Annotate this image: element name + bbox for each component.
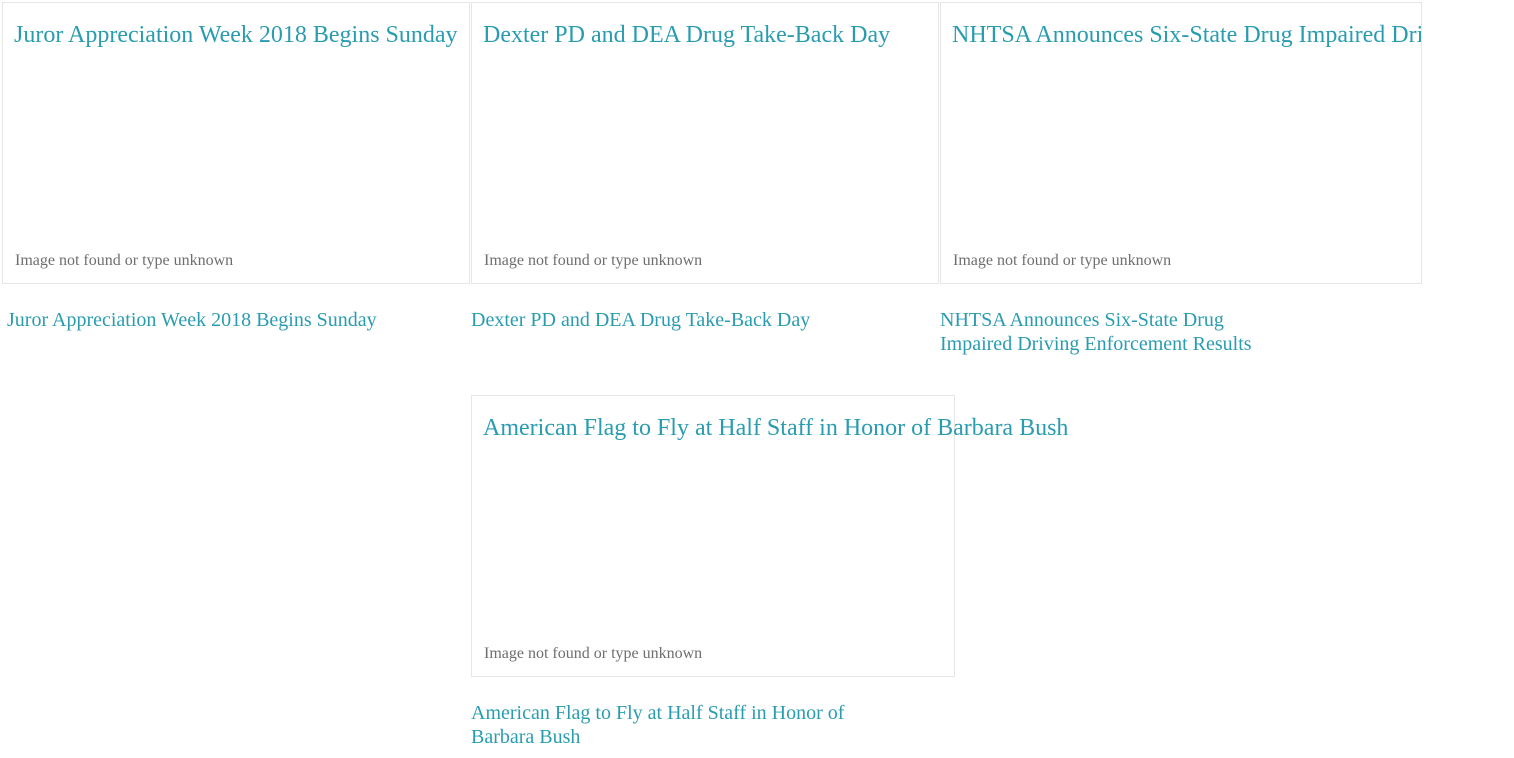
article-card: NHTSA Announces Six-State Drug Impaired … [940, 2, 1422, 356]
article-title-link[interactable]: Juror Appreciation Week 2018 Begins Sund… [7, 308, 387, 332]
article-image-link[interactable]: NHTSA Announces Six-State Drug Impaired … [940, 2, 1422, 284]
article-card: Juror Appreciation Week 2018 Begins Sund… [2, 2, 470, 332]
image-alt-text: Dexter PD and DEA Drug Take-Back Day [483, 22, 891, 48]
article-image-link[interactable]: Juror Appreciation Week 2018 Begins Sund… [2, 2, 470, 284]
broken-image-message: Image not found or type unknown [484, 645, 703, 662]
article-image-link[interactable]: American Flag to Fly at Half Staff in Ho… [471, 395, 1068, 677]
image-alt-text: Juror Appreciation Week 2018 Begins Sund… [14, 22, 458, 48]
article-title-link[interactable]: NHTSA Announces Six-State Drug Impaired … [940, 308, 1290, 356]
news-grid: Juror Appreciation Week 2018 Begins Sund… [0, 0, 1514, 758]
article-title-link[interactable]: American Flag to Fly at Half Staff in Ho… [471, 701, 871, 749]
article-card: Dexter PD and DEA Drug Take-Back Day Ima… [471, 2, 939, 332]
broken-image-message: Image not found or type unknown [484, 252, 703, 269]
broken-image-message: Image not found or type unknown [953, 252, 1172, 269]
image-alt-text: American Flag to Fly at Half Staff in Ho… [483, 415, 1069, 441]
article-card: American Flag to Fly at Half Staff in Ho… [471, 395, 1068, 749]
article-image-link[interactable]: Dexter PD and DEA Drug Take-Back Day Ima… [471, 2, 939, 284]
article-title-link[interactable]: Dexter PD and DEA Drug Take-Back Day [471, 308, 841, 332]
image-alt-text: NHTSA Announces Six-State Drug Impaired … [952, 22, 1422, 48]
broken-image-message: Image not found or type unknown [15, 252, 234, 269]
